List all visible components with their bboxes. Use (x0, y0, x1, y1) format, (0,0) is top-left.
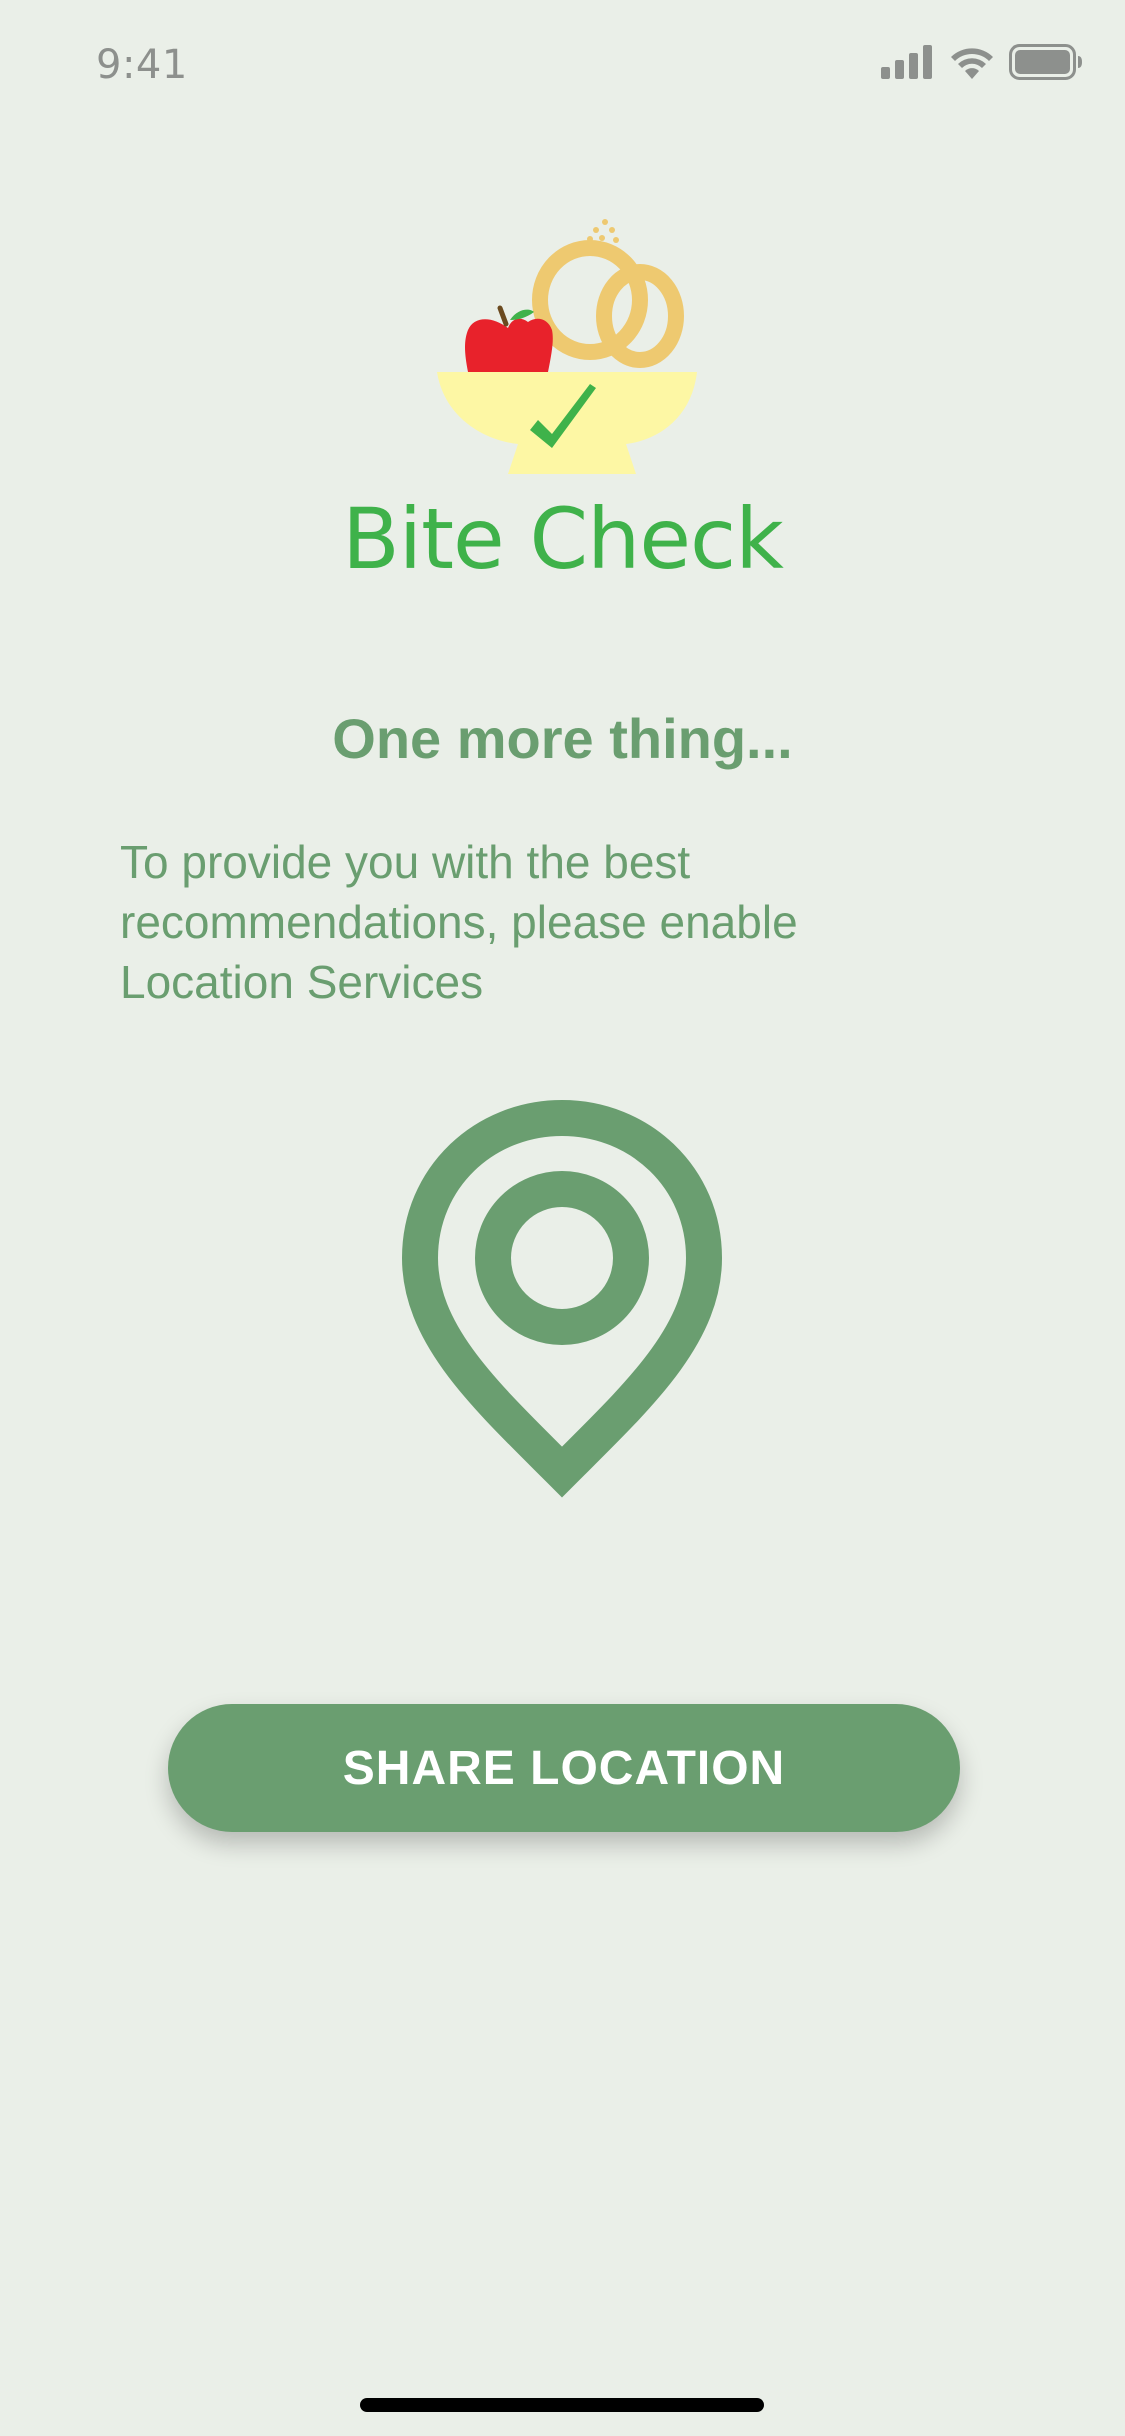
description-text: To provide you with the best recommendat… (120, 836, 798, 1008)
page-title: One more thing... (332, 707, 793, 770)
home-indicator[interactable] (360, 2398, 764, 2412)
bite-check-logo-icon (437, 219, 697, 474)
status-bar: 9:41 (0, 0, 1125, 132)
location-pin-icon (402, 1100, 722, 1498)
cellular-signal-icon (881, 45, 932, 79)
battery-icon (1009, 44, 1082, 80)
app-logo-text: Bite Check (342, 490, 784, 588)
share-location-button[interactable]: SHARE LOCATION (168, 1704, 960, 1832)
status-icons (881, 44, 1083, 80)
status-time: 9:41 (96, 42, 188, 88)
wifi-icon (951, 48, 993, 79)
